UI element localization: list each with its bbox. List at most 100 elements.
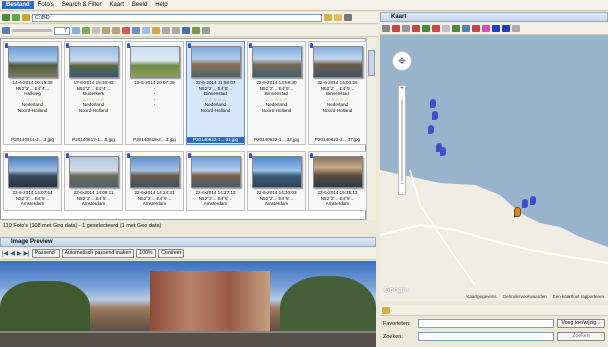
map-pin-green-icon[interactable] [422,25,430,32]
map-remove-icon[interactable] [472,25,480,32]
thumbnail-filename: P20140622-1....31.jpg [187,137,244,143]
thumbnail-item[interactable]: 22-6-2014 13:59:30 N52°2'... E4°5'... Binn… [247,41,306,145]
thumbnail-image [68,156,119,188]
menu-kaart[interactable]: Kaart [106,1,128,9]
thumbnail-image [312,156,363,188]
export-icon[interactable] [152,27,160,34]
globe-icon[interactable] [182,27,190,34]
back-icon[interactable] [2,14,10,21]
zoom-track[interactable] [401,99,403,181]
thumbnail-item[interactable]: 22-6-2014 14:30:03 N52°2'... E4°5'... Amst… [247,151,306,211]
path-toolbar: C:\BD [0,12,378,24]
map-marker[interactable] [432,111,438,120]
up-folder-icon[interactable] [22,14,30,21]
menu-beeld[interactable]: Beeld [128,1,151,9]
thumbnail-item[interactable]: 17-6-2014 15:30:43 N52°2'... E4°4'... Oude… [64,41,123,145]
delete-icon[interactable] [122,27,130,34]
thumbnail-toolbar: 7 [0,25,378,37]
paste-icon[interactable] [172,27,180,34]
first-icon[interactable]: |◀ [2,250,8,257]
menu-fotos[interactable]: Foto's [34,1,58,9]
last-icon[interactable]: ▶| [23,250,29,257]
zoom-in-icon[interactable]: + [399,86,405,93]
rotate-left-icon[interactable] [102,27,110,34]
thumbnail-item[interactable]: 22-6-2014 14:07:54 N52°2'... E4°5'... Amst… [3,151,62,211]
filter-icon[interactable] [192,27,200,34]
map-view[interactable]: ✥ + − Google [380,35,608,301]
forward-icon[interactable] [12,14,20,21]
thumbnail-image [129,156,180,188]
map-center-icon[interactable] [462,25,470,32]
menu-search-filter[interactable]: Search & Filter [58,1,106,9]
thumbnail-city: Amsterdam [20,201,45,207]
select-all-icon[interactable] [72,27,80,34]
add-favorite-button[interactable]: Voeg toe/wijzig... [557,319,605,328]
sort-icon[interactable] [92,27,100,34]
map-pin-add-icon[interactable] [412,25,420,32]
zoom-slider[interactable]: + − [398,85,406,195]
info-icon[interactable] [202,27,210,34]
map-prev-icon[interactable] [492,25,500,32]
thumbnail-item[interactable]: 22-6-2014 14:24:31 N52°2'... E4°5'... Amst… [125,151,184,211]
pan-control[interactable]: ✥ [392,51,412,71]
selected-map-marker[interactable] [514,207,521,217]
preview-image [0,261,376,347]
options-icon[interactable] [344,14,352,21]
zoom-out-icon[interactable]: − [399,181,405,188]
map-icon[interactable] [142,27,150,34]
thumbnail-item[interactable]: 22-6-2014 14:00:56 N52°2'... E4°5'... Binn… [308,41,367,145]
bookmark-icon[interactable] [382,306,390,314]
view-icon[interactable] [2,27,10,34]
map-go-icon[interactable] [452,25,460,32]
refresh-icon[interactable] [82,27,90,34]
terms-link[interactable]: Gebruiksvoorwaarden [503,294,547,302]
map-next-icon[interactable] [502,25,510,32]
map-layer-icon[interactable] [442,25,450,32]
map-marker[interactable] [440,147,446,156]
map-marker[interactable] [522,199,528,208]
zoom-spinner[interactable]: 7 [54,26,70,35]
favorites-select[interactable] [418,319,554,328]
geotag-icon[interactable] [132,27,140,34]
thumbnail-scrollbar[interactable] [366,38,376,220]
thumbnail-date: 22-6-2014 14:27:13 [195,190,236,195]
map-pin-red-icon[interactable] [432,25,440,32]
next-icon[interactable]: ▶ [17,250,22,257]
map-marker[interactable] [430,99,436,108]
thumbnail-size-slider[interactable] [12,29,52,32]
map-marker[interactable] [428,125,434,134]
map-more-icon[interactable] [512,25,520,32]
thumbnail-item[interactable]: 22-6-2014 14:27:13 N52°2'... E4°5'... Amst… [186,151,245,211]
thumbnail-item[interactable]: 18-6-2014 20:07:39- - - - P20140618-2....3.j… [125,41,184,145]
map-tool-icon[interactable] [402,25,410,32]
map-track-icon[interactable] [482,25,490,32]
thumbnail-date: 22-6-2014 14:24:31 [134,190,175,195]
auto-fit-button[interactable]: Automatisch passend maken [61,249,135,258]
map-pin-icon[interactable] [392,25,400,32]
thumbnail-item[interactable]: 22-6-2014 14:09:11 N52°2'... E4°5'... Amst… [64,151,123,211]
rotate-right-icon[interactable] [112,27,120,34]
menu-bestand[interactable]: Bestand [2,1,34,9]
copy-icon[interactable] [162,27,170,34]
thumbnail-region: Noord-Holland [17,107,48,113]
report-error-link[interactable]: Een kaartfout rapporteren [553,294,604,302]
zoom-select[interactable]: 100% [136,249,157,258]
search-button[interactable]: Zoeken [557,332,605,341]
geo-pin-icon [5,43,8,48]
search-input[interactable] [418,332,554,341]
center-button[interactable]: Centreer [158,249,185,258]
fit-mode-select[interactable]: Passend [31,249,60,258]
map-options-icon[interactable] [382,25,390,32]
menu-help[interactable]: Help [151,1,171,9]
previous-icon[interactable]: ◀ [10,250,15,257]
thumbnail-filename: P20140617-1....5.jpg [72,137,115,143]
scrollbar-thumb[interactable] [368,50,375,76]
thumbnail-item[interactable]: 22-6-2014 15:35:12 N52°2'... E4°5'... Amst… [308,151,367,211]
browse-folder-icon[interactable] [334,14,342,21]
thumbnail-item[interactable]: 22-6-2014 11:58:07 N52°2'... E4°5'... Binn… [186,41,245,145]
thumbnail-item[interactable]: 14-6-2014 20:15:39 N52°2'... E4°4'... Half… [3,41,62,145]
map-data-link[interactable]: Kaartgegevens [466,294,496,302]
folder-icon[interactable] [324,14,332,21]
map-marker[interactable] [530,196,536,205]
path-input[interactable]: C:\BD [32,13,322,22]
